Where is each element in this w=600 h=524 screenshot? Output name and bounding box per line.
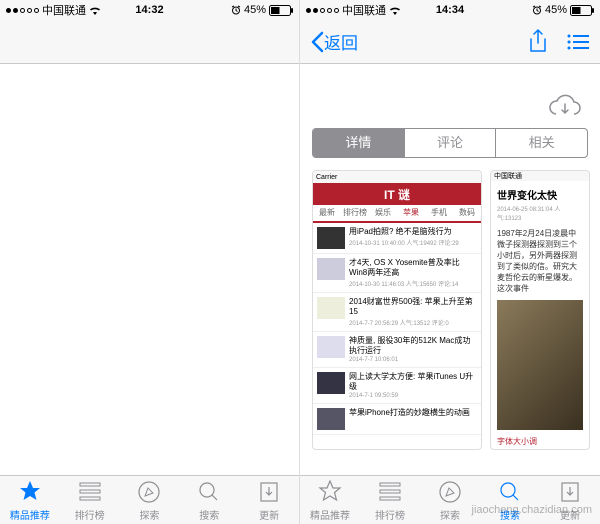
status-bar: 中国联通 14:34 45% bbox=[300, 0, 600, 20]
app-screenshot-1: Carrier IT 谜 最新 排行榜 娱乐 苹果 手机 数码 用iPad拍照?… bbox=[312, 170, 482, 450]
tab-featured[interactable]: 精品推荐 bbox=[300, 476, 360, 524]
star-icon bbox=[317, 479, 343, 505]
list-item: 神质量, 服役30年的512K Mac成功执行运行2014-7-7 10:06:… bbox=[313, 332, 481, 368]
list-item: 2014财富世界500强: 苹果上升至第152014-7-7 20:56:29 … bbox=[313, 293, 481, 332]
shot-tab-item: 娱乐 bbox=[369, 205, 397, 221]
star-icon bbox=[17, 479, 43, 505]
shot-carrier: Carrier bbox=[316, 174, 337, 181]
shot-header: IT 谜 bbox=[313, 183, 481, 205]
tab-charts[interactable]: 排行榜 bbox=[360, 476, 420, 524]
clock: 14:34 bbox=[436, 4, 464, 16]
tab-label: 精品推荐 bbox=[310, 507, 350, 522]
list-icon bbox=[77, 479, 103, 505]
signal-dots-icon bbox=[306, 8, 339, 13]
list-icon bbox=[377, 479, 403, 505]
chevron-left-icon bbox=[310, 31, 324, 53]
segment-comments[interactable]: 评论 bbox=[405, 129, 497, 157]
tab-label: 搜索 bbox=[199, 507, 219, 522]
content-empty bbox=[0, 64, 299, 475]
list-item: 才4天, OS X Yosemite普及率比Win8两年还高2014-10-30… bbox=[313, 254, 481, 293]
battery-pct: 45% bbox=[244, 4, 266, 16]
content-detail: 详情 评论 相关 Carrier IT 谜 最新 排行榜 娱乐 苹果 手机 数码 bbox=[300, 64, 600, 475]
segment-detail[interactable]: 详情 bbox=[313, 129, 405, 157]
compass-icon bbox=[437, 479, 463, 505]
clock: 14:32 bbox=[135, 4, 163, 16]
tab-updates[interactable]: 更新 bbox=[540, 476, 600, 524]
battery-icon bbox=[570, 5, 594, 16]
battery-icon bbox=[269, 5, 293, 16]
font-size-label: 字体大小调 bbox=[497, 436, 583, 447]
tab-search[interactable]: 搜索 bbox=[480, 476, 540, 524]
status-bar: 中国联通 14:32 45% bbox=[0, 0, 299, 20]
tab-label: 探索 bbox=[139, 507, 159, 522]
shot-tabs: 最新 排行榜 娱乐 苹果 手机 数码 bbox=[313, 205, 481, 223]
tab-charts[interactable]: 排行榜 bbox=[60, 476, 120, 524]
article-body: 1987年2月24日凌晨中微子探测器探测到三个小时后，另外两器探测到了类似的信。… bbox=[497, 228, 583, 294]
tab-updates[interactable]: 更新 bbox=[239, 476, 299, 524]
nav-bar bbox=[0, 20, 299, 64]
tab-label: 排行榜 bbox=[375, 507, 405, 522]
watermark: jiaocheng.chazidian.com bbox=[472, 504, 592, 516]
article-image bbox=[497, 300, 583, 430]
app-screenshot-2: 中国联通 世界变化太快 2014-06-25 08:31:04 人气:13123… bbox=[490, 170, 590, 450]
tab-label: 精品推荐 bbox=[10, 507, 50, 522]
tab-label: 排行榜 bbox=[75, 507, 105, 522]
search-icon bbox=[196, 479, 222, 505]
tab-explore[interactable]: 探索 bbox=[120, 476, 180, 524]
tab-search[interactable]: 搜索 bbox=[179, 476, 239, 524]
shot-tab-item: 苹果 bbox=[397, 205, 425, 223]
list-item: 用iPad拍照? 绝不是脑残行为2014-10-31 10:40:00 人气:1… bbox=[313, 223, 481, 254]
phone-left: 中国联通 14:32 45% 精品推荐 bbox=[0, 0, 300, 524]
list-menu-icon[interactable] bbox=[566, 33, 590, 51]
screenshots-row[interactable]: Carrier IT 谜 最新 排行榜 娱乐 苹果 手机 数码 用iPad拍照?… bbox=[300, 158, 600, 450]
share-icon[interactable] bbox=[528, 29, 548, 55]
phone-right: 中国联通 14:34 45% 返回 bbox=[300, 0, 600, 524]
tab-explore[interactable]: 探索 bbox=[420, 476, 480, 524]
segment-related[interactable]: 相关 bbox=[496, 129, 587, 157]
list-item: 网上读大学太方便: 苹果iTunes U升级2014-7-1 09:50:59 bbox=[313, 368, 481, 404]
back-button[interactable]: 返回 bbox=[310, 29, 358, 54]
shot-tab-item: 排行榜 bbox=[341, 205, 369, 221]
signal-dots-icon bbox=[6, 8, 39, 13]
updates-icon bbox=[557, 479, 583, 505]
article-title: 世界变化太快 bbox=[497, 187, 583, 202]
alarm-icon bbox=[532, 5, 542, 15]
tab-label: 探索 bbox=[440, 507, 460, 522]
wifi-icon bbox=[389, 6, 401, 15]
shot-carrier: 中国联通 bbox=[494, 171, 522, 181]
shot-tab-item: 数码 bbox=[453, 205, 481, 221]
tab-bar: 精品推荐 排行榜 探索 搜索 更新 bbox=[300, 475, 600, 524]
wifi-icon bbox=[89, 6, 101, 15]
segmented-control: 详情 评论 相关 bbox=[312, 128, 588, 158]
list-item: 苹果iPhone打造的妙趣横生的动画 bbox=[313, 404, 481, 435]
carrier-label: 中国联通 bbox=[42, 2, 86, 18]
back-label: 返回 bbox=[324, 29, 358, 54]
shot-tab-item: 最新 bbox=[313, 205, 341, 221]
nav-bar: 返回 bbox=[300, 20, 600, 64]
tab-featured[interactable]: 精品推荐 bbox=[0, 476, 60, 524]
carrier-label: 中国联通 bbox=[342, 2, 386, 18]
tab-label: 更新 bbox=[259, 507, 279, 522]
search-icon bbox=[497, 479, 523, 505]
battery-pct: 45% bbox=[545, 4, 567, 16]
shot-news-list: 用iPad拍照? 绝不是脑残行为2014-10-31 10:40:00 人气:1… bbox=[313, 223, 481, 449]
compass-icon bbox=[136, 479, 162, 505]
alarm-icon bbox=[231, 5, 241, 15]
tab-bar: 精品推荐 排行榜 探索 搜索 更新 bbox=[0, 475, 299, 524]
article-meta: 2014-06-25 08:31:04 人气:13123 bbox=[497, 204, 583, 222]
updates-icon bbox=[256, 479, 282, 505]
shot-tab-item: 手机 bbox=[425, 205, 453, 221]
cloud-download-icon[interactable] bbox=[548, 94, 582, 118]
